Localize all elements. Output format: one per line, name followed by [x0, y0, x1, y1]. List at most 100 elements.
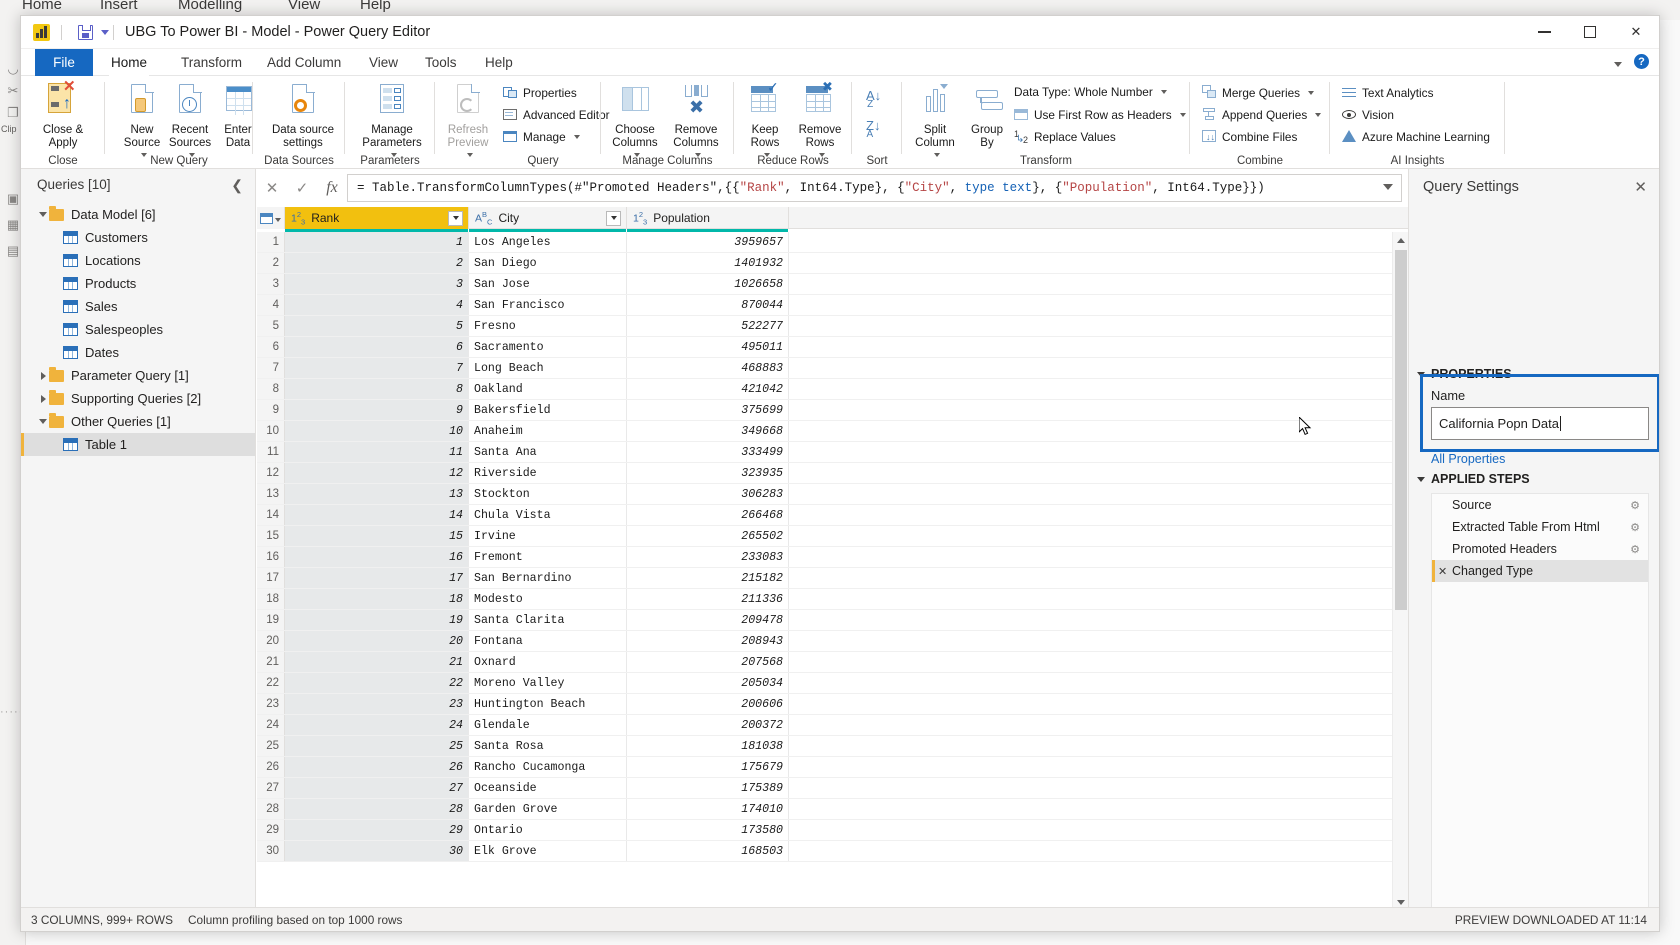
- cell-population[interactable]: 208943: [627, 631, 789, 651]
- tab-home[interactable]: Home: [99, 49, 159, 76]
- chevron-down-icon[interactable]: [101, 30, 109, 35]
- cell-rank[interactable]: 4: [285, 295, 469, 315]
- save-icon[interactable]: [78, 25, 93, 40]
- table-row[interactable]: 15 15 Irvine 265502: [257, 526, 1408, 547]
- filter-dropdown-rank[interactable]: [448, 210, 463, 226]
- cell-city[interactable]: San Francisco: [469, 295, 627, 315]
- query-folder-other-queries[interactable]: Other Queries [1]: [21, 410, 255, 433]
- applied-steps-section-header[interactable]: APPLIED STEPS: [1417, 472, 1530, 486]
- cell-city[interactable]: Modesto: [469, 589, 627, 609]
- cell-rank[interactable]: 30: [285, 841, 469, 861]
- table-row[interactable]: 11 11 Santa Ana 333499: [257, 442, 1408, 463]
- tab-add-column[interactable]: Add Column: [255, 49, 353, 76]
- table-row[interactable]: 7 7 Long Beach 468883: [257, 358, 1408, 379]
- cell-population[interactable]: 333499: [627, 442, 789, 462]
- cell-city[interactable]: Moreno Valley: [469, 673, 627, 693]
- all-properties-link[interactable]: All Properties: [1431, 452, 1505, 466]
- expanded-triangle-icon[interactable]: [37, 212, 49, 217]
- refresh-preview-button[interactable]: Refresh Preview: [437, 80, 499, 162]
- cell-city[interactable]: Los Angeles: [469, 232, 627, 252]
- query-item-customers[interactable]: Customers: [21, 226, 255, 249]
- cell-city[interactable]: Stockton: [469, 484, 627, 504]
- table-row[interactable]: 8 8 Oakland 421042: [257, 379, 1408, 400]
- table-row[interactable]: 6 6 Sacramento 495011: [257, 337, 1408, 358]
- table-row[interactable]: 23 23 Huntington Beach 200606: [257, 694, 1408, 715]
- close-and-apply-button[interactable]: ✕ ↑ Close & Apply: [32, 79, 94, 149]
- cell-rank[interactable]: 5: [285, 316, 469, 336]
- chevron-down-icon[interactable]: [1383, 184, 1393, 190]
- cell-rank[interactable]: 26: [285, 757, 469, 777]
- gear-icon[interactable]: ⚙: [1630, 521, 1640, 534]
- tab-help[interactable]: Help: [473, 49, 525, 76]
- applied-step-promoted-headers[interactable]: Promoted Headers ⚙: [1432, 538, 1648, 560]
- tab-transform[interactable]: Transform: [169, 49, 254, 76]
- cell-city[interactable]: Garden Grove: [469, 799, 627, 819]
- table-row[interactable]: 28 28 Garden Grove 174010: [257, 799, 1408, 820]
- cell-population[interactable]: 200372: [627, 715, 789, 735]
- cell-rank[interactable]: 9: [285, 400, 469, 420]
- cell-rank[interactable]: 28: [285, 799, 469, 819]
- table-row[interactable]: 21 21 Oxnard 207568: [257, 652, 1408, 673]
- cell-city[interactable]: Oxnard: [469, 652, 627, 672]
- cell-rank[interactable]: 29: [285, 820, 469, 840]
- cell-city[interactable]: Huntington Beach: [469, 694, 627, 714]
- collapsed-triangle-icon[interactable]: [37, 394, 49, 403]
- cell-population[interactable]: 181038: [627, 736, 789, 756]
- manage-button[interactable]: Manage: [503, 129, 580, 144]
- cell-city[interactable]: Chula Vista: [469, 505, 627, 525]
- keep-rows-button[interactable]: ✓ Keep Rows: [734, 80, 796, 162]
- table-row[interactable]: 16 16 Fremont 233083: [257, 547, 1408, 568]
- cell-rank[interactable]: 18: [285, 589, 469, 609]
- azure-machine-learning-button[interactable]: Azure Machine Learning: [1342, 129, 1490, 144]
- cell-rank[interactable]: 3: [285, 274, 469, 294]
- properties-section-header[interactable]: PROPERTIES: [1417, 367, 1512, 381]
- table-row[interactable]: 25 25 Santa Rosa 181038: [257, 736, 1408, 757]
- use-first-row-as-headers-button[interactable]: Use First Row as Headers: [1014, 107, 1186, 122]
- cell-city[interactable]: Anaheim: [469, 421, 627, 441]
- gear-icon[interactable]: ⚙: [1630, 543, 1640, 556]
- cell-population[interactable]: 233083: [627, 547, 789, 567]
- table-row[interactable]: 22 22 Moreno Valley 205034: [257, 673, 1408, 694]
- chevron-down-icon[interactable]: [1308, 90, 1315, 95]
- cell-city[interactable]: Fremont: [469, 547, 627, 567]
- cell-city[interactable]: Fresno: [469, 316, 627, 336]
- delete-step-icon[interactable]: ✕: [1438, 565, 1447, 578]
- query-item-sales[interactable]: Sales: [21, 295, 255, 318]
- minimize-button[interactable]: [1521, 16, 1567, 48]
- scrollbar-thumb[interactable]: [1395, 250, 1407, 610]
- cell-rank[interactable]: 24: [285, 715, 469, 735]
- cell-city[interactable]: Long Beach: [469, 358, 627, 378]
- query-item-products[interactable]: Products: [21, 272, 255, 295]
- gear-icon[interactable]: ⚙: [1630, 499, 1640, 512]
- tab-tools[interactable]: Tools: [413, 49, 469, 76]
- cell-city[interactable]: Irvine: [469, 526, 627, 546]
- cell-rank[interactable]: 6: [285, 337, 469, 357]
- cell-rank[interactable]: 12: [285, 463, 469, 483]
- table-row[interactable]: 12 12 Riverside 323935: [257, 463, 1408, 484]
- formula-cancel-button[interactable]: ✕: [257, 174, 287, 202]
- cell-population[interactable]: 349668: [627, 421, 789, 441]
- sort-ascending-icon[interactable]: A↓Z: [866, 88, 887, 110]
- cell-population[interactable]: 174010: [627, 799, 789, 819]
- filter-dropdown-city[interactable]: [606, 210, 621, 226]
- table-row[interactable]: 30 30 Elk Grove 168503: [257, 841, 1408, 862]
- bg-menu-home[interactable]: Home: [22, 0, 62, 13]
- cell-city[interactable]: Oceanside: [469, 778, 627, 798]
- cell-population[interactable]: 323935: [627, 463, 789, 483]
- cell-city[interactable]: Santa Rosa: [469, 736, 627, 756]
- cell-rank[interactable]: 2: [285, 253, 469, 273]
- cell-population[interactable]: 495011: [627, 337, 789, 357]
- group-by-button[interactable]: Group By: [956, 80, 1018, 149]
- cell-population[interactable]: 266468: [627, 505, 789, 525]
- cell-rank[interactable]: 27: [285, 778, 469, 798]
- cell-population[interactable]: 211336: [627, 589, 789, 609]
- cell-population[interactable]: 207568: [627, 652, 789, 672]
- query-folder-data-model[interactable]: Data Model [6]: [21, 203, 255, 226]
- cell-rank[interactable]: 20: [285, 631, 469, 651]
- cell-city[interactable]: San Diego: [469, 253, 627, 273]
- data-type-button[interactable]: Data Type: Whole Number: [1014, 85, 1167, 99]
- cell-rank[interactable]: 17: [285, 568, 469, 588]
- cell-population[interactable]: 1401932: [627, 253, 789, 273]
- cell-population[interactable]: 468883: [627, 358, 789, 378]
- cell-rank[interactable]: 10: [285, 421, 469, 441]
